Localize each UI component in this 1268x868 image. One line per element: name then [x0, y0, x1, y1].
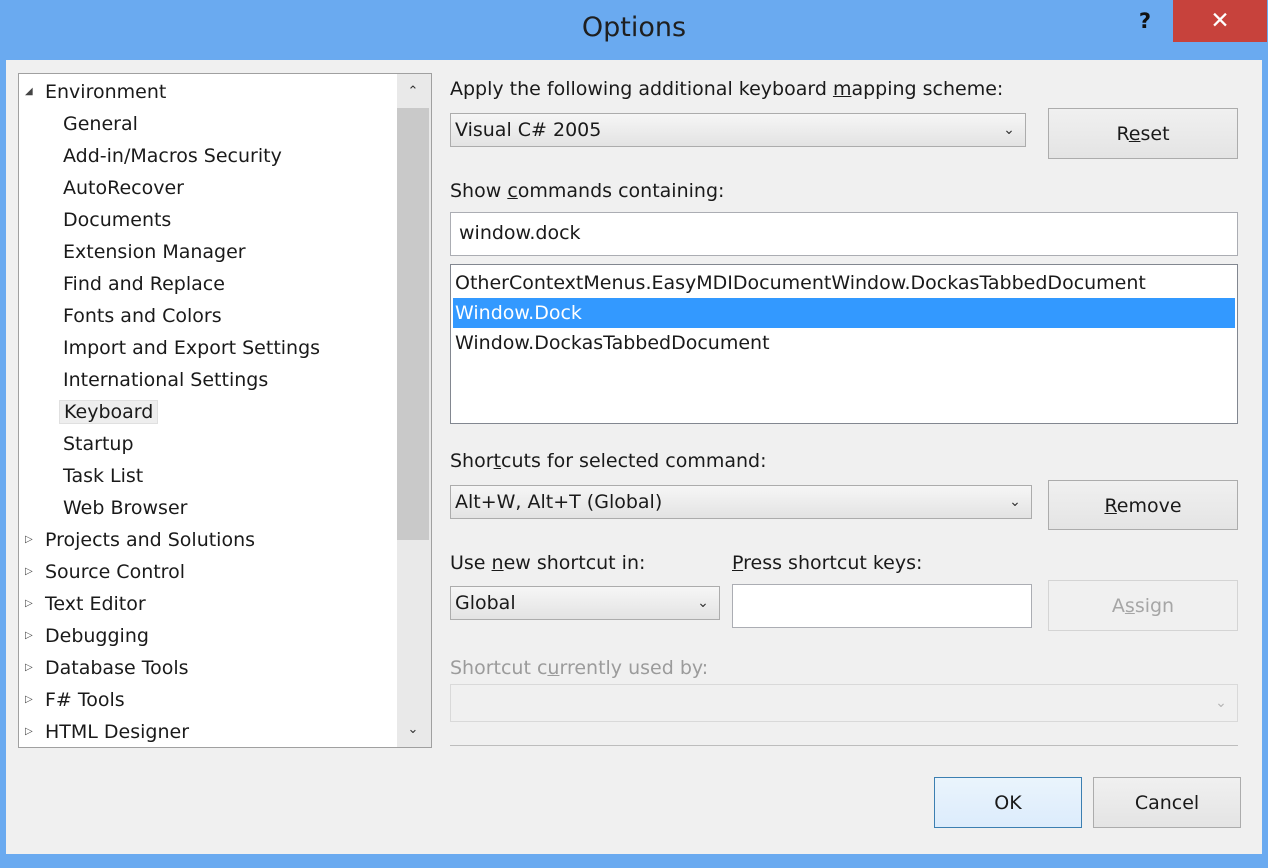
- tree-item-fonts-and-colors[interactable]: Fonts and Colors: [59, 301, 226, 331]
- remove-button[interactable]: Remove: [1048, 480, 1238, 530]
- tree-item-import-and-export-settings[interactable]: Import and Export Settings: [59, 333, 324, 363]
- scroll-down-icon[interactable]: ⌄: [397, 714, 429, 746]
- command-search-input[interactable]: window.dock: [450, 212, 1238, 256]
- window-title: Options: [581, 12, 687, 43]
- footer-divider: [450, 745, 1238, 746]
- tree-item-find-and-replace[interactable]: Find and Replace: [59, 269, 229, 299]
- collapsed-arrow-icon[interactable]: ▷: [25, 653, 39, 683]
- window-border-bottom: [0, 854, 1268, 868]
- tree-item-label: Extension Manager: [63, 241, 246, 263]
- tree-item-label: Startup: [63, 433, 134, 455]
- shortcuts-value: Alt+W, Alt+T (Global): [455, 491, 663, 513]
- tree-item-label: Fonts and Colors: [63, 305, 222, 327]
- tree-node-label: Environment: [45, 81, 167, 103]
- mapping-scheme-select[interactable]: Visual C# 2005 ⌄: [450, 113, 1026, 147]
- mapping-scheme-label: Apply the following additional keyboard …: [450, 78, 1004, 100]
- tree-item-label: General: [63, 113, 138, 135]
- scroll-thumb[interactable]: [397, 108, 429, 540]
- ok-button[interactable]: OK: [934, 777, 1082, 828]
- tree-node-label: Source Control: [45, 561, 185, 583]
- help-button[interactable]: ?: [1128, 6, 1162, 36]
- tree-node-label: Projects and Solutions: [45, 529, 256, 551]
- shortcut-keys-input[interactable]: [732, 584, 1032, 628]
- options-tree[interactable]: ◢ Environment General Add-in/Macros Secur…: [18, 73, 432, 748]
- shortcut-scope-select[interactable]: Global ⌄: [450, 586, 720, 620]
- tree-node-label: Debugging: [45, 625, 149, 647]
- assign-button[interactable]: Assign: [1048, 580, 1238, 631]
- tree-item-label: Add-in/Macros Security: [63, 145, 282, 167]
- tree-item-general[interactable]: General: [59, 109, 142, 139]
- tree-item-label: Web Browser: [63, 497, 188, 519]
- tree-item-autorecover[interactable]: AutoRecover: [59, 173, 188, 203]
- tree-item-documents[interactable]: Documents: [59, 205, 175, 235]
- tree-item-startup[interactable]: Startup: [59, 429, 138, 459]
- tree-item-label: International Settings: [63, 369, 269, 391]
- used-by-select[interactable]: ⌄: [450, 684, 1238, 722]
- close-button[interactable]: ✕: [1173, 0, 1267, 42]
- commands-list[interactable]: OtherContextMenus.EasyMDIDocumentWindow.…: [450, 264, 1238, 424]
- chevron-down-icon: ⌄: [697, 595, 709, 611]
- shortcut-scope-value: Global: [455, 592, 516, 614]
- tree-node-label: Text Editor: [45, 593, 146, 615]
- use-shortcut-label: Use new shortcut in:: [450, 552, 646, 574]
- title-bar: Options ? ✕: [0, 0, 1268, 62]
- collapsed-arrow-icon[interactable]: ▷: [25, 589, 39, 619]
- reset-button[interactable]: Reset: [1048, 108, 1238, 159]
- used-by-label: Shortcut currently used by:: [450, 657, 709, 679]
- command-list-item[interactable]: Window.Dock: [453, 298, 1235, 328]
- shortcuts-select[interactable]: Alt+W, Alt+T (Global) ⌄: [450, 485, 1032, 519]
- mapping-scheme-value: Visual C# 2005: [455, 119, 602, 141]
- collapsed-arrow-icon[interactable]: ▷: [25, 557, 39, 587]
- command-list-item[interactable]: Window.DockasTabbedDocument: [453, 328, 1235, 358]
- chevron-down-icon: ⌄: [1003, 122, 1015, 138]
- collapsed-arrow-icon[interactable]: ▷: [25, 525, 39, 555]
- expanded-arrow-icon[interactable]: ◢: [25, 77, 39, 107]
- scroll-up-icon[interactable]: ⌃: [397, 76, 429, 108]
- tree-item-add-in-macros-security[interactable]: Add-in/Macros Security: [59, 141, 286, 171]
- tree-item-label: Documents: [63, 209, 172, 231]
- chevron-down-icon: ⌄: [1215, 695, 1227, 711]
- tree-item-label: Import and Export Settings: [63, 337, 321, 359]
- show-commands-label: Show commands containing:: [450, 180, 725, 202]
- tree-node-label: HTML Designer: [45, 721, 190, 743]
- tree-item-label: AutoRecover: [63, 177, 184, 199]
- chevron-down-icon: ⌄: [1009, 494, 1021, 510]
- collapsed-arrow-icon[interactable]: ▷: [25, 621, 39, 651]
- tree-item-extension-manager[interactable]: Extension Manager: [59, 237, 250, 267]
- tree-item-international-settings[interactable]: International Settings: [59, 365, 272, 395]
- collapsed-arrow-icon[interactable]: ▷: [25, 685, 39, 715]
- cancel-button[interactable]: Cancel: [1093, 777, 1241, 828]
- command-list-item[interactable]: OtherContextMenus.EasyMDIDocumentWindow.…: [453, 268, 1235, 298]
- tree-scrollbar[interactable]: ⌃ ⌄: [397, 74, 431, 747]
- tree-item-task-list[interactable]: Task List: [59, 461, 147, 491]
- shortcuts-label: Shortcuts for selected command:: [450, 450, 767, 472]
- press-keys-label: Press shortcut keys:: [732, 552, 923, 574]
- tree-item-keyboard[interactable]: Keyboard: [59, 397, 159, 427]
- collapsed-arrow-icon[interactable]: ▷: [25, 717, 39, 747]
- tree-node-label: F# Tools: [45, 689, 125, 711]
- tree-item-web-browser[interactable]: Web Browser: [59, 493, 191, 523]
- tree-node-label: Database Tools: [45, 657, 189, 679]
- tree-item-label: Find and Replace: [63, 273, 225, 295]
- tree-item-label: Task List: [63, 465, 144, 487]
- tree-item-label: Keyboard: [59, 400, 159, 424]
